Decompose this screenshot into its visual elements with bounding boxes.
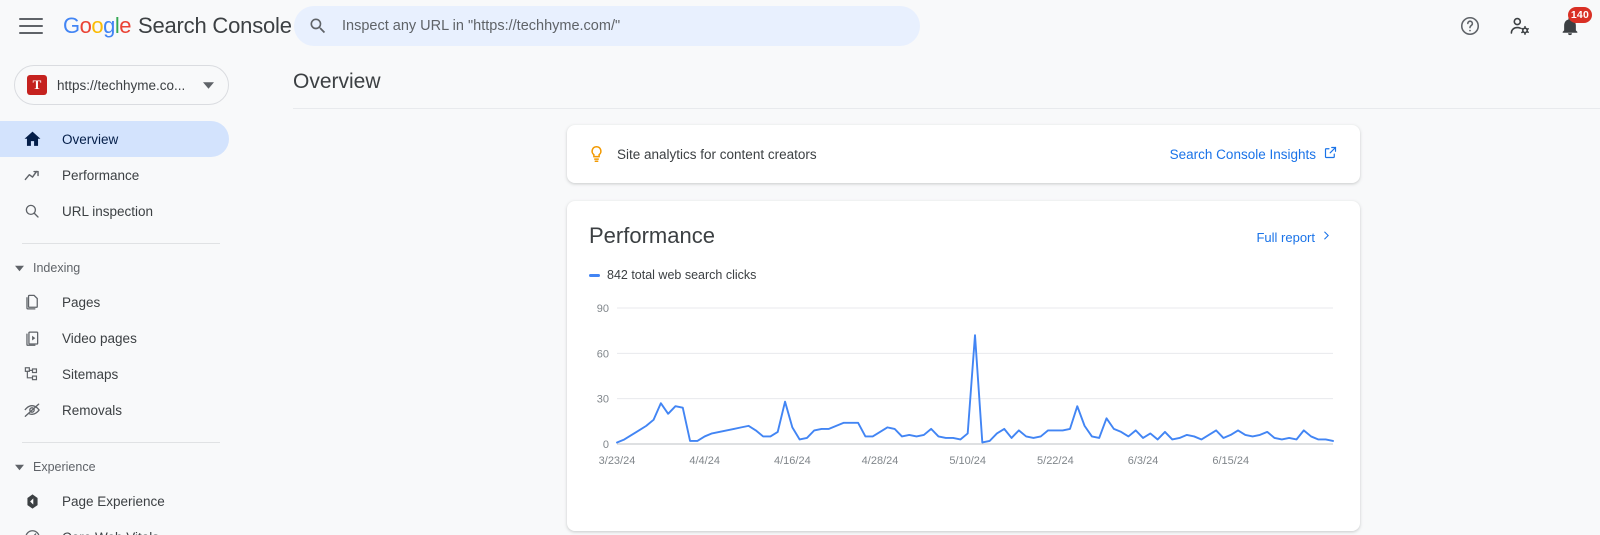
pages-copy-icon [22,292,42,312]
sidebar-item-video-pages[interactable]: Video pages [0,320,229,356]
sidebar-item-label: Core Web Vitals [62,530,159,535]
sidebar-group-experience[interactable]: Experience [0,453,293,481]
page-experience-icon [22,491,42,511]
sidebar-item-label: Overview [62,131,119,147]
eye-off-icon [22,400,42,420]
notification-badge: 140 [1567,7,1592,23]
x-axis-tick-label: 6/3/24 [1128,455,1159,467]
insights-link-label: Search Console Insights [1169,146,1316,162]
sidebar-group-label: Indexing [33,261,81,275]
x-axis-tick-label: 6/15/24 [1212,455,1249,467]
property-label: https://techhyme.co... [57,77,186,93]
lightbulb-icon [585,144,607,165]
sidebar-item-pages[interactable]: Pages [0,284,229,320]
sidebar-item-overview[interactable]: Overview [0,121,229,157]
product-name: Search Console [138,13,292,38]
hamburger-menu-icon[interactable] [19,14,43,38]
performance-card-header: Performance Full report [589,223,1334,249]
speedometer-icon [22,527,42,535]
sidebar-group-label: Experience [33,460,96,474]
y-axis-tick-label: 30 [597,394,609,406]
x-axis-tick-label: 4/4/24 [689,455,720,467]
x-axis-tick-label: 5/10/24 [949,455,986,467]
performance-card: Performance Full report 842 total web se… [567,201,1360,531]
sidebar-item-removals[interactable]: Removals [0,392,229,428]
url-inspection-searchbox[interactable] [294,6,920,46]
main-content: Overview Site analytics for content crea… [293,52,1600,535]
top-app-bar: Google Search Console Inspect any URL in… [0,0,1600,52]
external-link-icon [1323,145,1338,163]
chart-series-line [616,334,1334,444]
chevron-down-icon [203,80,214,91]
sidebar: T https://techhyme.co... Overview Perfor… [0,52,293,535]
sitemap-icon [22,364,42,384]
search-icon [22,201,42,221]
search-console-window: Google Search Console Inspect any URL in… [0,0,1600,535]
x-axis-tick-label: 3/23/24 [599,455,636,467]
video-pages-icon [22,328,42,348]
x-axis-tick-label: 5/22/24 [1037,455,1074,467]
search-input[interactable] [342,18,920,34]
sidebar-item-page-experience[interactable]: Page Experience [0,483,229,519]
x-axis-tick-label: 4/28/24 [862,455,899,467]
caret-down-icon [15,264,24,273]
chart-legend[interactable]: 842 total web search clicks [589,268,1334,282]
google-wordmark: Google [63,13,132,38]
y-axis-tick-label: 90 [597,303,609,315]
brand-logo: Google Search Console [63,13,292,39]
caret-down-icon [15,463,24,472]
cards-column: Site analytics for content creators Sear… [293,109,1600,531]
page-title: Overview [293,70,381,93]
sidebar-item-label: Video pages [62,330,137,346]
legend-color-swatch [589,273,600,277]
help-circle-icon[interactable] [1454,10,1486,42]
sidebar-item-url-inspection[interactable]: URL inspection [0,193,229,229]
sidebar-item-sitemaps[interactable]: Sitemaps [0,356,229,392]
account-settings-icon[interactable] [1504,10,1536,42]
home-icon [22,129,42,149]
full-report-link[interactable]: Full report [1256,228,1334,246]
sidebar-divider-2 [22,442,220,443]
sidebar-item-performance[interactable]: Performance [0,157,229,193]
trending-up-icon [22,165,42,185]
insights-text: Site analytics for content creators [617,146,817,162]
sidebar-item-core-web-vitals[interactable]: Core Web Vitals [0,519,229,535]
top-bar-actions: 140 [1454,0,1592,52]
sidebar-item-label: URL inspection [62,203,154,219]
bell-icon[interactable]: 140 [1554,7,1592,42]
sidebar-group-indexing[interactable]: Indexing [0,254,293,282]
y-axis-tick-label: 60 [597,348,609,360]
y-axis-tick-label: 0 [603,439,609,451]
sidebar-item-label: Removals [62,402,123,418]
x-axis-tick-label: 4/16/24 [774,455,811,467]
chevron-right-icon [1319,228,1334,246]
sidebar-item-label: Sitemaps [62,366,119,382]
sidebar-item-label: Performance [62,167,140,183]
sidebar-divider-1 [22,243,220,244]
search-console-insights-link[interactable]: Search Console Insights [1170,145,1338,163]
legend-label: 842 total web search clicks [607,268,757,282]
search-icon [308,16,328,36]
site-favicon: T [27,75,47,95]
property-selector[interactable]: T https://techhyme.co... [14,65,229,105]
performance-chart[interactable]: 0 30 60 90 3/23/24 4/4/24 4/16/24 4/28/24 5/10/2… [589,300,1334,480]
performance-line-chart[interactable]: 0 30 60 90 3/23/24 4/4/24 4/16/24 4/28/24 5/10/2… [589,300,1339,476]
sidebar-item-label: Page Experience [62,493,165,509]
sidebar-item-label: Pages [62,294,101,310]
performance-title: Performance [589,223,715,248]
full-report-label: Full report [1256,229,1315,245]
insights-banner-card: Site analytics for content creators Sear… [567,125,1360,183]
sidebar-nav: Overview Performance URL inspection Inde… [0,121,293,535]
